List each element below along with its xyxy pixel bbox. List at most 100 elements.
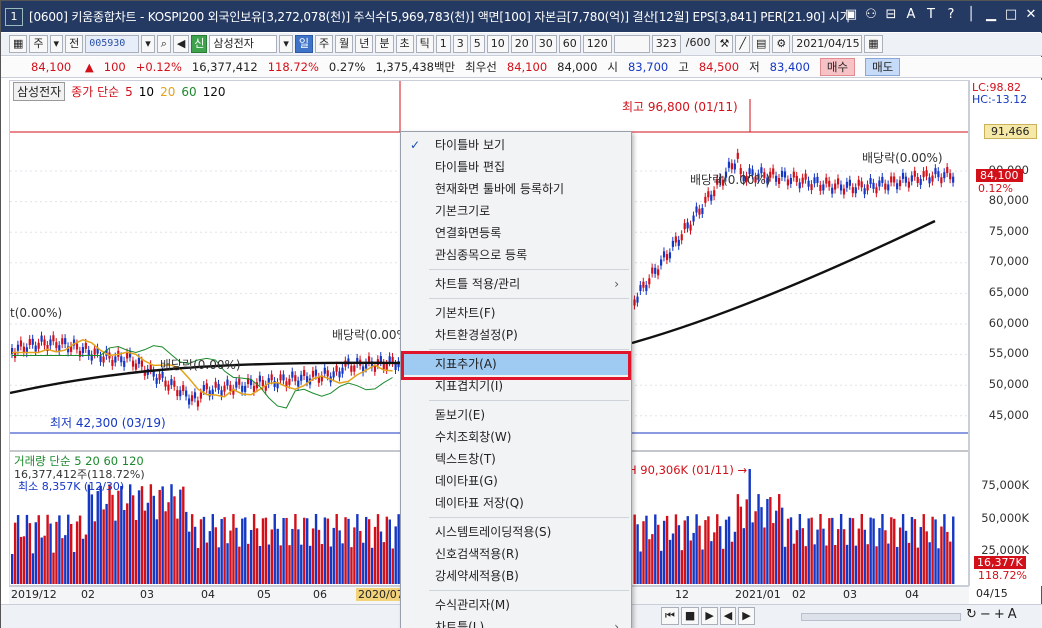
- scroll-track[interactable]: [801, 613, 961, 621]
- menu-item-strength-apply[interactable]: 강세약세적용(B): [401, 565, 631, 587]
- draw-icon[interactable]: ╱: [735, 35, 750, 53]
- candle-body: [851, 187, 854, 194]
- date-input[interactable]: 2021/04/15: [792, 35, 863, 53]
- close-icon[interactable]: ✕: [1023, 6, 1039, 24]
- stock-code-input[interactable]: 005930: [85, 35, 140, 53]
- period-tick[interactable]: 틱: [415, 35, 434, 53]
- link-icon[interactable]: ⚇: [863, 6, 879, 24]
- zoom-out-icon[interactable]: −: [980, 607, 991, 622]
- interval-10[interactable]: 10: [486, 35, 509, 53]
- candle-body: [727, 161, 731, 168]
- volume-bar: [698, 525, 701, 584]
- text-icon[interactable]: T: [923, 6, 939, 24]
- market-dropdown-icon[interactable]: ▾: [49, 35, 64, 53]
- menu-item-chart-frame[interactable]: 차트틀(L) ›: [401, 616, 631, 628]
- grid-icon[interactable]: ▦: [9, 35, 28, 53]
- volume-bar: [25, 514, 29, 584]
- menu-item-value-window[interactable]: 수치조회창(W): [401, 426, 631, 448]
- volume-bar: [828, 518, 831, 584]
- buy-button[interactable]: 매수: [819, 58, 856, 76]
- zoom-in-icon[interactable]: +: [994, 607, 1005, 622]
- period-year[interactable]: 년: [355, 35, 374, 53]
- menu-item-save-data-table[interactable]: 데이타표 저장(Q): [401, 492, 631, 514]
- period-week[interactable]: 주: [315, 35, 334, 53]
- name-dropdown-icon[interactable]: ▾: [279, 35, 293, 53]
- save-icon[interactable]: ▤: [751, 35, 771, 53]
- market-select[interactable]: 주: [29, 35, 48, 53]
- calendar-icon[interactable]: ▦: [864, 35, 883, 53]
- sell-button[interactable]: 매도: [865, 58, 901, 76]
- zoom-reset-icon[interactable]: ↻: [966, 607, 977, 622]
- time-label: 04: [201, 588, 215, 601]
- menu-item-data-table[interactable]: 데이타표(G): [401, 470, 631, 492]
- interval-60[interactable]: 60: [558, 35, 581, 53]
- candle-body: [37, 342, 40, 349]
- menu-item-magnifier[interactable]: 돋보기(E): [401, 404, 631, 426]
- period-minute[interactable]: 분: [375, 35, 394, 53]
- menu-item-default-size[interactable]: 기본크기로: [401, 200, 631, 222]
- minimize-icon[interactable]: ▁: [983, 6, 999, 24]
- menu-item-overlay-indicator[interactable]: 지표겹치기(I): [401, 375, 631, 397]
- interval-custom-select[interactable]: [613, 35, 650, 53]
- code-dropdown-icon[interactable]: ▾: [141, 35, 155, 53]
- menu-item-add-watchlist[interactable]: 관심종목으로 등록: [401, 244, 631, 266]
- volume-bar: [161, 486, 164, 584]
- menu-item-titlebar-edit[interactable]: 타이틀바 편집: [401, 156, 631, 178]
- hc-label: HC:-13.12: [972, 93, 1028, 106]
- rewind-icon[interactable]: ⏮: [661, 607, 679, 625]
- volume-bar: [379, 531, 383, 584]
- menu-item-register-toolbar[interactable]: 현재화면 툴바에 등록하기: [401, 178, 631, 200]
- period-day[interactable]: 일: [294, 35, 314, 53]
- sound-icon[interactable]: ◀: [172, 35, 190, 53]
- menu-item-chart-frame-manage[interactable]: 차트틀 적용/관리 ›: [401, 273, 631, 295]
- menu-item-add-indicator[interactable]: 지표추가(A): [401, 353, 631, 375]
- search-icon[interactable]: ⌕: [156, 35, 171, 53]
- step-back-icon[interactable]: ◀: [719, 607, 737, 625]
- volume-bar: [940, 526, 943, 584]
- window-list-icon[interactable]: ▣: [843, 6, 859, 24]
- tools-icon[interactable]: ⚒: [715, 35, 734, 53]
- help-icon[interactable]: ?: [943, 6, 959, 24]
- interval-3[interactable]: 3: [452, 35, 468, 53]
- interval-5[interactable]: 5: [469, 35, 485, 53]
- candle-body: [660, 259, 663, 266]
- volume-bar: [317, 529, 321, 584]
- dividend-label: 배당락(0.00%): [690, 173, 771, 187]
- stock-name-field[interactable]: 삼성전자: [209, 35, 278, 53]
- legend-stock-name[interactable]: 삼성전자: [13, 82, 66, 101]
- interval-30[interactable]: 30: [534, 35, 557, 53]
- lock-icon[interactable]: ⊟: [883, 6, 899, 24]
- menu-item-titlebar-show[interactable]: ✓ 타이틀바 보기: [401, 134, 631, 156]
- auto-scale-icon[interactable]: A: [1008, 607, 1017, 622]
- candle-body: [31, 338, 34, 345]
- menu-item-basic-chart[interactable]: 기본차트(F): [401, 302, 631, 324]
- interval-1[interactable]: 1: [435, 35, 451, 53]
- period-month[interactable]: 월: [335, 35, 354, 53]
- menu-item-formula-manager[interactable]: 수식관리자(M): [401, 594, 631, 616]
- count-input[interactable]: 323: [651, 35, 681, 53]
- candle-body: [205, 383, 208, 390]
- play-icon[interactable]: ▶: [701, 607, 718, 625]
- candle-body: [52, 335, 55, 342]
- candle-body: [845, 181, 849, 188]
- volume-bar: [308, 545, 312, 584]
- menu-item-chart-settings[interactable]: 차트환경설정(P): [401, 324, 631, 346]
- maximize-icon[interactable]: □: [1003, 6, 1019, 24]
- volume-bar: [196, 547, 200, 584]
- menu-item-link-screen[interactable]: 연결화면등록: [401, 222, 631, 244]
- menu-item-text-window[interactable]: 텍스트창(T): [401, 448, 631, 470]
- step-forward-icon[interactable]: ▶: [738, 607, 755, 625]
- menu-item-signal-search[interactable]: 신호검색적용(R): [401, 543, 631, 565]
- interval-20[interactable]: 20: [510, 35, 533, 53]
- interval-120[interactable]: 120: [582, 35, 612, 53]
- gear-icon[interactable]: ⚙: [772, 35, 791, 53]
- candle-body: [671, 240, 674, 247]
- font-icon[interactable]: A: [903, 6, 919, 24]
- candle-body: [698, 208, 701, 215]
- menu-item-system-trading[interactable]: 시스템트레이딩적용(S): [401, 521, 631, 543]
- period-second[interactable]: 초: [395, 35, 414, 53]
- scope-button[interactable]: 전: [65, 35, 84, 53]
- volume-bar: [822, 528, 825, 584]
- candle-body: [916, 177, 919, 184]
- stop-icon[interactable]: ■: [680, 607, 700, 625]
